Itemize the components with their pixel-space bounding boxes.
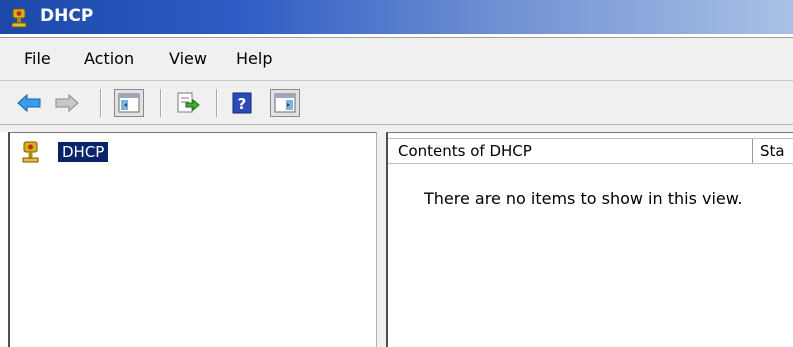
list-header: Contents of DHCP Sta [388, 138, 793, 164]
menu-view[interactable]: View [169, 49, 207, 68]
help-icon: ? [232, 92, 252, 114]
menu-action[interactable]: Action [84, 49, 134, 68]
forward-button[interactable] [52, 89, 82, 117]
column-divider[interactable] [752, 139, 753, 163]
back-button[interactable] [14, 89, 44, 117]
show-hide-console-tree-icon [118, 93, 140, 113]
pane-gutter [0, 125, 793, 132]
toolbar: ? [0, 81, 793, 125]
show-hide-console-tree-button[interactable] [114, 89, 144, 117]
export-list-icon [177, 92, 200, 113]
tree-node-label[interactable]: DHCP [58, 142, 109, 162]
svg-text:?: ? [238, 95, 247, 113]
toolbar-separator [216, 89, 218, 117]
show-hide-action-pane-icon [274, 93, 296, 113]
help-button[interactable]: ? [228, 89, 258, 117]
export-list-button[interactable] [172, 89, 202, 117]
empty-list-message: There are no items to show in this view. [424, 189, 743, 208]
console-tree-pane[interactable]: DHCP [8, 132, 377, 347]
column-header-status[interactable]: Sta [760, 142, 785, 160]
window-title: DHCP [40, 6, 94, 26]
menu-help[interactable]: Help [236, 49, 272, 68]
forward-arrow-icon [55, 93, 79, 113]
menu-bar: File Action View Help [0, 37, 793, 81]
dhcp-server-icon [22, 141, 39, 163]
column-header-contents[interactable]: Contents of DHCP [398, 142, 532, 160]
toolbar-separator [160, 89, 162, 117]
menu-file[interactable]: File [24, 49, 51, 68]
dhcp-server-icon [11, 8, 27, 28]
toolbar-separator [100, 89, 102, 117]
back-arrow-icon [17, 93, 41, 113]
show-hide-action-pane-button[interactable] [270, 89, 300, 117]
pane-splitter[interactable] [377, 132, 386, 347]
title-bar[interactable]: DHCP [0, 0, 793, 34]
results-pane[interactable]: Contents of DHCP Sta There are no items … [386, 132, 793, 347]
